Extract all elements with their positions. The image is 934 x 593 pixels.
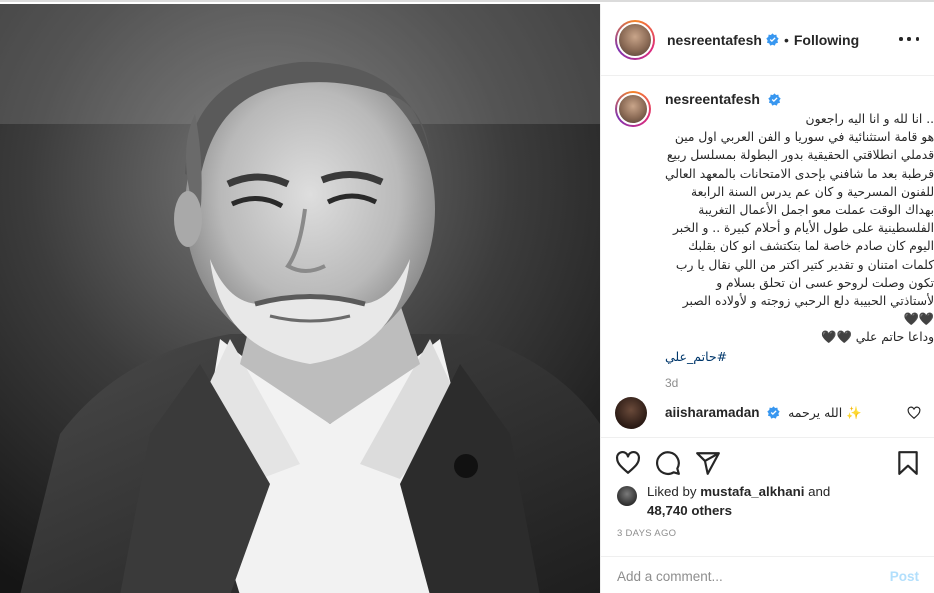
- caption-line: وداعا حاتم علي 🖤🖤: [821, 330, 934, 345]
- author-avatar[interactable]: [615, 19, 655, 60]
- heart-icon[interactable]: [615, 450, 641, 476]
- commenter-username[interactable]: aiisharamadan: [665, 405, 760, 420]
- caption-line: 🖤🖤: [903, 312, 934, 327]
- portrait-photo: [0, 4, 600, 593]
- caption-text: .. انا لله و انا اليه راجعون هو قامة است…: [665, 110, 934, 347]
- likes-conjunction: and: [808, 484, 831, 499]
- following-button[interactable]: Following: [794, 32, 859, 48]
- add-comment-input[interactable]: [617, 568, 890, 584]
- caption-timestamp[interactable]: 3d: [665, 376, 934, 390]
- likes-summary: Liked by mustafa_alkhani and 48,740 othe…: [617, 482, 927, 520]
- hashtag-link[interactable]: #حاتم_علي: [665, 349, 934, 364]
- post-header: nesreentafesh • Following: [601, 4, 934, 76]
- likes-prefix: Liked by: [647, 484, 697, 499]
- instagram-post-window: nesreentafesh • Following nesreentafesh: [0, 0, 934, 593]
- caption-line: للفنون المسرحية و كان عم يدرس السنة الرا…: [690, 184, 934, 199]
- more-options-icon[interactable]: [899, 32, 919, 46]
- post-photo[interactable]: [0, 4, 600, 593]
- caption-line: اليوم كان صادم خاصة لما بتكتشف انو كان ب…: [688, 239, 934, 254]
- paper-plane-icon[interactable]: [695, 450, 721, 476]
- caption-line: هو قامة استثنائية في سوريا و الفن العربي…: [674, 130, 934, 145]
- author-username[interactable]: nesreentafesh: [667, 32, 762, 48]
- comment-item: aiisharamadan الله يرحمه ✨: [615, 397, 921, 429]
- caption-line: لأستاذتي الحبيبة دلع الرحبي زوجته و لأول…: [682, 294, 934, 309]
- caption-line: بهداك الوقت عملت معو اجمل الأعمال التغري…: [698, 203, 934, 218]
- verified-badge-icon: [767, 406, 780, 419]
- commenter-avatar[interactable]: [615, 397, 647, 429]
- verified-badge-icon: [766, 33, 779, 46]
- caption-line: الفلسطينية على طول الأيام و أحلام كبيرة …: [672, 221, 934, 236]
- comment-icon[interactable]: [655, 450, 681, 476]
- bookmark-icon[interactable]: [895, 450, 921, 476]
- caption-line: .. انا لله و انا اليه راجعون: [805, 112, 934, 126]
- caption-line: كلمات امتنان و تقدير كتير اكتر من اللي ن…: [675, 257, 934, 272]
- caption-line: تكون وصلت لروحو عسى ان تحلق بسلام و: [716, 275, 934, 290]
- caption-line: قدملي انطلاقتي الحقيقية بدور البطولة بمس…: [666, 148, 934, 163]
- likes-others-count[interactable]: 48,740 others: [647, 503, 732, 518]
- liker-avatar[interactable]: [617, 486, 637, 506]
- comments-area[interactable]: nesreentafesh .. انا لله و انا اليه راجع…: [601, 77, 934, 437]
- caption-username[interactable]: nesreentafesh: [665, 91, 760, 107]
- action-bar: [601, 437, 934, 481]
- post-date[interactable]: 3 DAYS AGO: [617, 528, 676, 539]
- caption-line: قرطبة بعد ما شافني بإحدى الامتحانات بالم…: [665, 166, 934, 181]
- separator-dot: •: [783, 31, 789, 48]
- post-side-panel: nesreentafesh • Following nesreentafesh: [600, 4, 934, 593]
- verified-badge-icon: [768, 93, 782, 106]
- caption-author-avatar[interactable]: [615, 91, 651, 127]
- caption-row: nesreentafesh .. انا لله و انا اليه راجع…: [615, 91, 934, 390]
- comment-like-heart-icon[interactable]: [907, 406, 921, 420]
- post-comment-button[interactable]: Post: [890, 569, 919, 584]
- add-comment-bar: Post: [601, 556, 934, 593]
- comment-text: الله يرحمه ✨: [788, 405, 862, 420]
- liker-username[interactable]: mustafa_alkhani: [700, 484, 804, 499]
